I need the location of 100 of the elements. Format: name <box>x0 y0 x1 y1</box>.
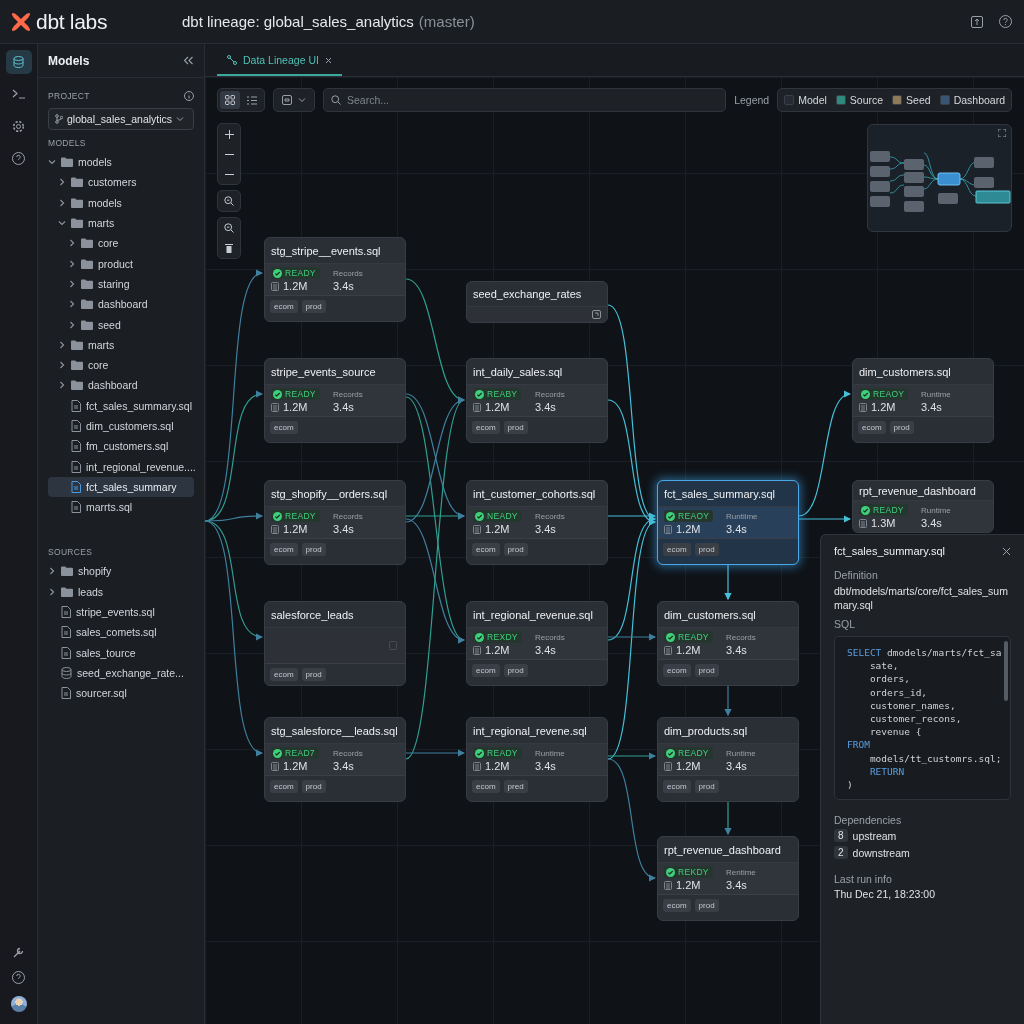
project-select[interactable]: global_sales_analytics <box>48 108 194 130</box>
avatar[interactable] <box>10 996 27 1012</box>
grid-view-button[interactable] <box>220 91 240 109</box>
tag: prod <box>503 421 528 434</box>
connector-arrow <box>724 685 732 717</box>
chevron-right-icon[interactable] <box>68 259 76 268</box>
tree-item-label: sales_comets.sql <box>76 626 157 639</box>
model-node[interactable]: dim_products.sql READY Runtime 1.2M 3.4s ecom prod <box>657 717 799 802</box>
scrollbar[interactable] <box>1004 641 1008 701</box>
tree-item-label: fct_sales_summary <box>86 480 177 493</box>
export-icon[interactable] <box>971 15 983 28</box>
model-node[interactable]: dim_customers.sql REAOY Runtime 1.2M 3.4s ecom prod <box>852 358 994 443</box>
chevron-down-icon <box>298 96 306 104</box>
tree-item[interactable]: sales_tource <box>48 642 194 663</box>
chevron-right-icon[interactable] <box>58 198 66 207</box>
tree-item[interactable]: dashboard <box>48 375 194 396</box>
tree-item[interactable]: dashboard <box>48 294 194 315</box>
folder-icon <box>71 177 83 188</box>
logo-icon <box>10 10 32 33</box>
layout-icon <box>282 95 292 105</box>
chevron-right-icon[interactable] <box>58 178 66 187</box>
sql-code: SELECT dmodels/marts/fct_sa sate, orders, orders_id, customer_names, customer_recons, revenue { FROM models/tt_customrs.sql; RETURN ) <box>834 636 1011 801</box>
model-node[interactable]: rpt_revenue_dashboard REKDY Rentime 1.2M 3.4s ecom prod <box>657 836 799 921</box>
model-node[interactable]: int_regional_revenue.sql REXDY Records 1.2M 3.4s ecom prod <box>466 601 608 686</box>
tree-item[interactable]: int_regional_revenue.... <box>48 456 194 477</box>
section-label: SOURCES <box>47 547 94 558</box>
file-icon <box>71 460 81 473</box>
tree-item[interactable]: fct_sales_summary <box>48 476 194 498</box>
model-node[interactable]: seed_exchange_rates <box>466 281 608 323</box>
row-count: 1.2M <box>676 760 701 772</box>
chevron-right-icon[interactable] <box>58 340 66 349</box>
model-node[interactable]: rpt_revenue_dashboard READY Runtime 1.3M 3.4s <box>852 480 994 533</box>
chevron-right-icon[interactable] <box>68 320 76 329</box>
database-icon <box>61 666 72 679</box>
chevron-right-icon[interactable] <box>68 239 76 248</box>
chevron-right-icon[interactable] <box>58 381 66 390</box>
row-count: 1.2M <box>485 760 510 772</box>
tree-item[interactable]: models <box>48 192 194 213</box>
table-icon <box>271 281 279 291</box>
layout-dropdown[interactable] <box>273 88 315 112</box>
tree-item[interactable]: seed_exchange_rate... <box>48 662 194 684</box>
folder-icon <box>71 380 83 391</box>
count-badge: 8 <box>834 829 848 843</box>
tag: prod <box>301 300 326 313</box>
model-node[interactable]: stg_salesforce__leads.sql READ7 Records 1.2M 3.4s ecom prod <box>264 717 406 802</box>
tree-item[interactable]: marrts.sql <box>48 497 194 518</box>
chevron-down-icon[interactable] <box>48 158 56 167</box>
tree-item[interactable]: sales_comets.sql <box>48 622 194 643</box>
chevron-right-icon[interactable] <box>58 361 66 370</box>
metric-value: 3.4s <box>726 879 748 891</box>
help-icon <box>12 151 25 165</box>
tree-item[interactable]: customers <box>48 172 194 193</box>
tree-item[interactable]: core <box>48 233 194 254</box>
folder-icon <box>71 218 83 229</box>
folder-icon <box>81 278 93 289</box>
chevron-right-icon[interactable] <box>68 279 76 288</box>
tree-item[interactable]: models <box>48 152 194 173</box>
tag: ecom <box>270 668 298 681</box>
model-node[interactable]: salesforce_leads ecom prod <box>264 601 406 686</box>
model-node[interactable]: dim_customers.sql READY Records 1.2M 3.4s ecom prod <box>657 601 799 686</box>
tree-item[interactable]: fct_sales_summary.sql <box>48 395 194 416</box>
database-button[interactable] <box>5 50 32 74</box>
tree-item[interactable]: leads <box>48 581 194 602</box>
close-icon[interactable] <box>324 56 332 64</box>
tree-item[interactable]: marts <box>48 212 194 234</box>
tree-item[interactable]: core <box>48 354 194 376</box>
minimap[interactable] <box>867 124 1012 232</box>
model-node[interactable]: int_daily_sales.sql REABY Records 1.2M 3.4s ecom prod <box>466 358 608 443</box>
model-node[interactable]: stripe_events_source READY Records 1.2M 3.4s ecom <box>264 358 406 443</box>
model-node[interactable]: stg_stripe__events.sql READY Records 1.2M 3.4s ecom prod <box>264 237 406 322</box>
field-label: SQL <box>834 618 856 630</box>
search-field[interactable]: Search... <box>323 88 726 112</box>
tree-item[interactable]: stripe_events.sql <box>48 601 194 623</box>
help-icon[interactable] <box>12 971 25 984</box>
chevron-right-icon[interactable] <box>68 300 76 309</box>
collapse-icon[interactable] <box>183 56 194 65</box>
wrench-icon[interactable] <box>12 946 25 959</box>
chevron-right-icon[interactable] <box>48 587 56 596</box>
info-icon[interactable] <box>184 91 194 101</box>
tree-item-label: core <box>98 237 119 250</box>
tree-item[interactable]: marts <box>48 334 194 355</box>
model-node[interactable]: int_customer_cohorts.sql NEADY Records 1.2M 3.4s ecom prod <box>466 480 608 565</box>
tree-item[interactable]: sourcer.sql <box>48 683 194 704</box>
status-text: READY <box>487 748 518 758</box>
chevron-down-icon[interactable] <box>58 219 66 228</box>
tree-item[interactable]: staring <box>48 273 194 295</box>
tree-item[interactable]: product <box>48 253 194 274</box>
expand-icon[interactable] <box>998 129 1006 137</box>
tree-item[interactable]: dim_customers.sql <box>48 415 194 437</box>
tree-item[interactable]: shopify <box>48 561 194 582</box>
tree-item[interactable]: fm_customers.sql <box>48 436 194 457</box>
tree-item[interactable]: seed <box>48 314 194 335</box>
close-button[interactable] <box>1002 546 1011 556</box>
chevron-right-icon[interactable] <box>48 567 56 576</box>
model-node[interactable]: stg_shopify__orders.sql READY Records 1.2M 3.4s ecom prod <box>264 480 406 565</box>
model-node[interactable]: fct_sales_summary.sql REAOY Runtiime 1.2M 3.4s ecom prod <box>657 480 799 565</box>
help-icon[interactable] <box>999 15 1012 28</box>
definition-path: dbt/models/marts/core/fct_sales_summary.sql <box>834 584 1009 612</box>
status-text: REKDY <box>678 867 709 877</box>
model-node[interactable]: int_regional_revene.sql READY Runtime 1.2M 3.4s ecom pred <box>466 717 608 802</box>
